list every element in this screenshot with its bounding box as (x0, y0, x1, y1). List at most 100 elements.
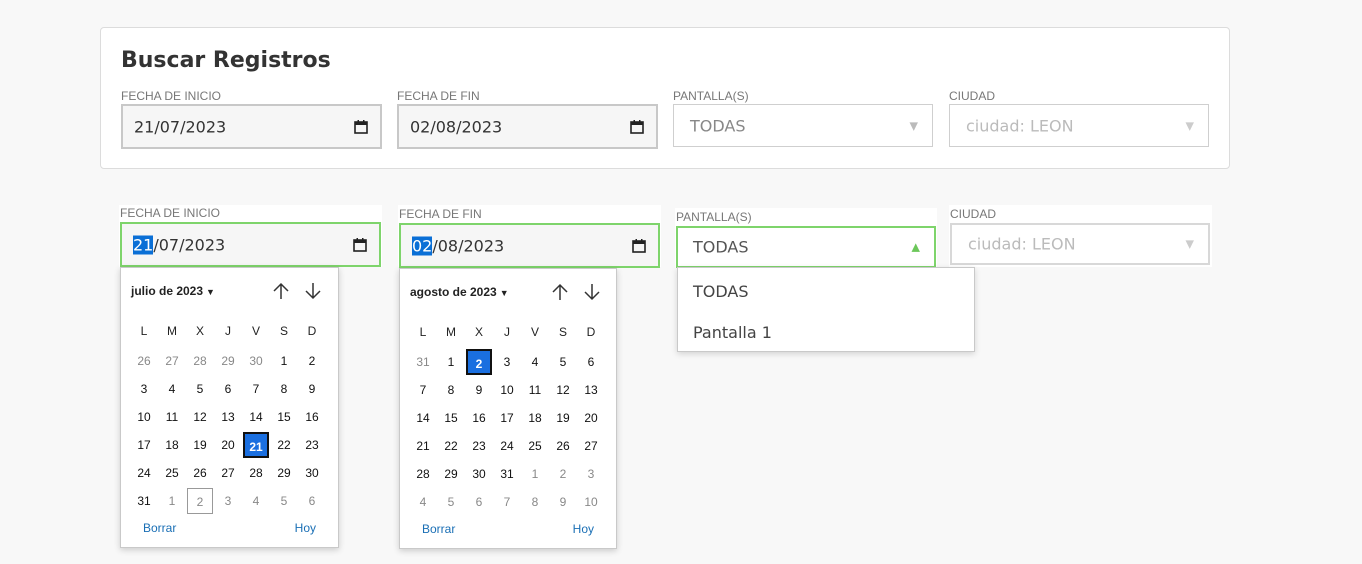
calendar-day[interactable]: 6 (215, 376, 241, 402)
calendar-day[interactable]: 17 (494, 405, 520, 431)
calendar-day[interactable]: 19 (187, 432, 213, 458)
calendar-day[interactable]: 30 (299, 460, 325, 486)
calendar-day[interactable]: 4 (159, 376, 185, 402)
calendar-day[interactable]: 29 (438, 461, 464, 487)
calendar-day[interactable]: 8 (522, 489, 548, 515)
calendar-day[interactable]: 23 (466, 433, 492, 459)
calendar-day[interactable]: 20 (215, 432, 241, 458)
calendar-day[interactable]: 8 (271, 376, 297, 402)
calendar-day[interactable]: 28 (410, 461, 436, 487)
arrow-down-icon[interactable] (581, 281, 603, 303)
arrow-up-icon[interactable] (549, 281, 571, 303)
city-select-2[interactable]: ciudad: LEON ▼ (950, 223, 1210, 265)
arrow-down-icon[interactable] (302, 280, 324, 302)
calendar-day[interactable]: 12 (187, 404, 213, 430)
calendar-day[interactable]: 5 (187, 376, 213, 402)
calendar-day[interactable]: 2 (466, 349, 492, 375)
calendar-day[interactable]: 17 (131, 432, 157, 458)
calendar-day[interactable]: 5 (438, 489, 464, 515)
calendar-day[interactable]: 1 (159, 488, 185, 514)
calendar-day[interactable]: 6 (578, 349, 604, 375)
clear-button[interactable]: Borrar (422, 522, 455, 536)
dropdown-option[interactable]: TODAS (693, 282, 749, 301)
calendar-day[interactable]: 15 (438, 405, 464, 431)
calendar-day[interactable]: 4 (410, 489, 436, 515)
calendar-day[interactable]: 7 (410, 377, 436, 403)
calendar-day[interactable]: 7 (494, 489, 520, 515)
calendar-day[interactable]: 3 (131, 376, 157, 402)
calendar-day[interactable]: 27 (578, 433, 604, 459)
calendar-day[interactable]: 26 (187, 460, 213, 486)
calendar-day[interactable]: 3 (578, 461, 604, 487)
today-button[interactable]: Hoy (573, 522, 594, 536)
calendar-day[interactable]: 27 (159, 348, 185, 374)
calendar-day[interactable]: 31 (131, 488, 157, 514)
end-date-input-focused[interactable]: 02/08/2023 (399, 223, 660, 268)
calendar-day[interactable]: 11 (522, 377, 548, 403)
calendar-day[interactable]: 14 (410, 405, 436, 431)
calendar-day[interactable]: 2 (550, 461, 576, 487)
city-select[interactable]: ciudad: LEON ▼ (949, 104, 1209, 147)
calendar-icon[interactable] (630, 119, 644, 134)
calendar-day[interactable]: 27 (215, 460, 241, 486)
calendar-day[interactable]: 5 (550, 349, 576, 375)
calendar-day[interactable]: 29 (271, 460, 297, 486)
calendar-day[interactable]: 9 (299, 376, 325, 402)
start-date-input-focused[interactable]: 21/07/2023 (120, 222, 381, 267)
calendar-day[interactable]: 6 (466, 489, 492, 515)
calendar-day[interactable]: 25 (522, 433, 548, 459)
start-date-input[interactable]: 21/07/2023 (121, 104, 382, 149)
today-button[interactable]: Hoy (295, 521, 316, 535)
calendar-day[interactable]: 19 (550, 405, 576, 431)
calendar-day[interactable]: 23 (299, 432, 325, 458)
clear-button[interactable]: Borrar (143, 521, 176, 535)
calendar-day[interactable]: 10 (494, 377, 520, 403)
calendar-day[interactable]: 4 (243, 488, 269, 514)
calendar-day[interactable]: 18 (159, 432, 185, 458)
screen-select-open[interactable]: TODAS ▲ (676, 226, 936, 268)
calendar-day[interactable]: 31 (494, 461, 520, 487)
calendar-day[interactable]: 20 (578, 405, 604, 431)
calendar-icon[interactable] (354, 119, 368, 134)
calendar-day[interactable]: 9 (550, 489, 576, 515)
calendar-day[interactable]: 13 (215, 404, 241, 430)
calendar-day[interactable]: 26 (550, 433, 576, 459)
calendar-day[interactable]: 13 (578, 377, 604, 403)
calendar-day[interactable]: 10 (578, 489, 604, 515)
month-selector[interactable]: julio de 2023 ▼ (131, 284, 215, 298)
calendar-day[interactable]: 30 (466, 461, 492, 487)
calendar-day[interactable]: 10 (131, 404, 157, 430)
calendar-day[interactable]: 30 (243, 348, 269, 374)
calendar-day[interactable]: 24 (494, 433, 520, 459)
end-date-input[interactable]: 02/08/2023 (397, 104, 658, 149)
calendar-icon[interactable] (632, 238, 646, 253)
calendar-day[interactable]: 15 (271, 404, 297, 430)
calendar-day[interactable]: 9 (466, 377, 492, 403)
calendar-day[interactable]: 1 (438, 349, 464, 375)
calendar-icon[interactable] (353, 237, 367, 252)
calendar-day[interactable]: 16 (299, 404, 325, 430)
month-selector[interactable]: agosto de 2023 ▼ (410, 285, 509, 299)
calendar-day[interactable]: 31 (410, 349, 436, 375)
calendar-day[interactable]: 16 (466, 405, 492, 431)
calendar-day[interactable]: 3 (215, 488, 241, 514)
calendar-day[interactable]: 2 (187, 488, 213, 514)
calendar-day[interactable]: 28 (243, 460, 269, 486)
arrow-up-icon[interactable] (270, 280, 292, 302)
calendar-day[interactable]: 22 (271, 432, 297, 458)
calendar-day[interactable]: 21 (410, 433, 436, 459)
calendar-day[interactable]: 22 (438, 433, 464, 459)
calendar-day[interactable]: 6 (299, 488, 325, 514)
calendar-day[interactable]: 28 (187, 348, 213, 374)
calendar-day[interactable]: 8 (438, 377, 464, 403)
calendar-day[interactable]: 4 (522, 349, 548, 375)
calendar-day[interactable]: 1 (271, 348, 297, 374)
calendar-day[interactable]: 5 (271, 488, 297, 514)
calendar-day[interactable]: 7 (243, 376, 269, 402)
calendar-day[interactable]: 29 (215, 348, 241, 374)
screen-select[interactable]: TODAS ▼ (673, 104, 933, 147)
calendar-day[interactable]: 24 (131, 460, 157, 486)
calendar-day[interactable]: 1 (522, 461, 548, 487)
calendar-day[interactable]: 21 (243, 432, 269, 458)
dropdown-option[interactable]: Pantalla 1 (693, 323, 772, 342)
